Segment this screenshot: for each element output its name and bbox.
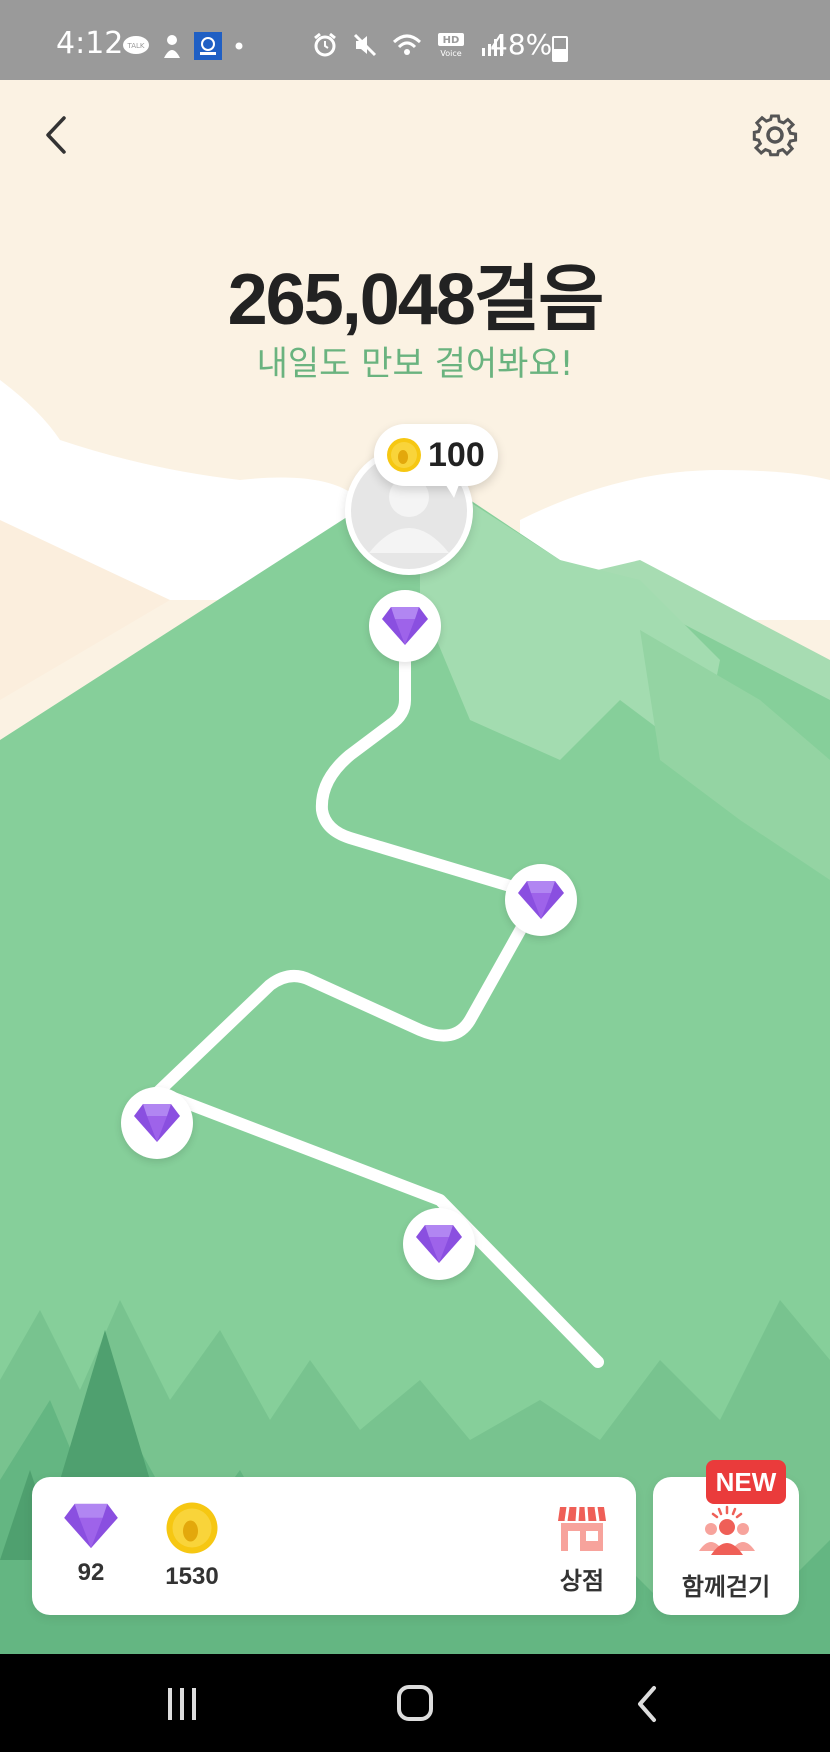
mute-icon bbox=[353, 33, 377, 57]
app-icon bbox=[194, 32, 222, 60]
coin-count: 1530 bbox=[165, 1563, 219, 1590]
battery-icon bbox=[552, 36, 568, 62]
diamond-node[interactable] bbox=[369, 590, 441, 662]
diamond-node[interactable] bbox=[403, 1208, 475, 1280]
diamond-node[interactable] bbox=[121, 1087, 193, 1159]
gear-icon bbox=[752, 114, 798, 157]
back-nav-button[interactable] bbox=[618, 1674, 678, 1734]
shop-label: 상점 bbox=[559, 1568, 605, 1595]
svg-text:Voice: Voice bbox=[440, 49, 461, 58]
diamond-icon bbox=[416, 1225, 462, 1263]
step-count-title: 265,048걸음 bbox=[227, 260, 605, 340]
diamond-icon bbox=[518, 881, 564, 919]
inventory-card: 92 1530 상점 bbox=[32, 1477, 636, 1615]
recent-apps-button[interactable] bbox=[152, 1674, 212, 1734]
alarm-icon bbox=[314, 32, 336, 57]
settings-button[interactable] bbox=[750, 110, 800, 160]
shop-button[interactable]: 상점 bbox=[550, 1503, 614, 1596]
diamond-count-item[interactable]: 92 bbox=[60, 1501, 122, 1587]
kakaotalk-icon: TALK bbox=[123, 36, 149, 54]
diamond-count: 92 bbox=[77, 1559, 105, 1586]
walk-together-label: 함께걷기 bbox=[681, 1574, 771, 1601]
coin-count-item[interactable]: 1530 bbox=[152, 1501, 232, 1591]
coin-reward-bubble[interactable]: 100 bbox=[374, 424, 498, 498]
coin-reward-amount: 100 bbox=[428, 435, 485, 474]
footprint-coin-icon bbox=[387, 438, 421, 472]
recent-apps-icon bbox=[168, 1688, 196, 1720]
diamond-icon bbox=[64, 1503, 118, 1549]
status-bar: 4:12 TALK HD Voice 48% bbox=[0, 0, 830, 80]
dot-icon bbox=[235, 42, 243, 50]
group-icon bbox=[699, 1505, 755, 1555]
home-icon bbox=[397, 1685, 433, 1721]
battery-percent: 48% bbox=[490, 28, 553, 61]
navigation-bar bbox=[0, 1654, 830, 1752]
hd-voice-icon: HD Voice bbox=[438, 33, 464, 58]
diamond-node[interactable] bbox=[505, 864, 577, 936]
shop-icon bbox=[558, 1506, 606, 1551]
chevron-left-icon bbox=[46, 116, 66, 154]
wifi-icon bbox=[392, 34, 422, 55]
svg-text:TALK: TALK bbox=[126, 42, 144, 50]
svg-text:HD: HD bbox=[443, 35, 460, 46]
home-button[interactable] bbox=[385, 1674, 445, 1734]
back-icon bbox=[638, 1686, 656, 1722]
status-time: 4:12 bbox=[56, 26, 124, 61]
diamond-icon bbox=[134, 1104, 180, 1142]
footprint-coin-icon bbox=[166, 1502, 218, 1554]
back-button[interactable] bbox=[38, 110, 78, 160]
new-badge: NEW bbox=[706, 1460, 786, 1504]
person-icon bbox=[164, 35, 180, 58]
step-subtitle: 내일도 만보 걸어봐요! bbox=[256, 344, 574, 384]
diamond-icon bbox=[382, 607, 428, 645]
